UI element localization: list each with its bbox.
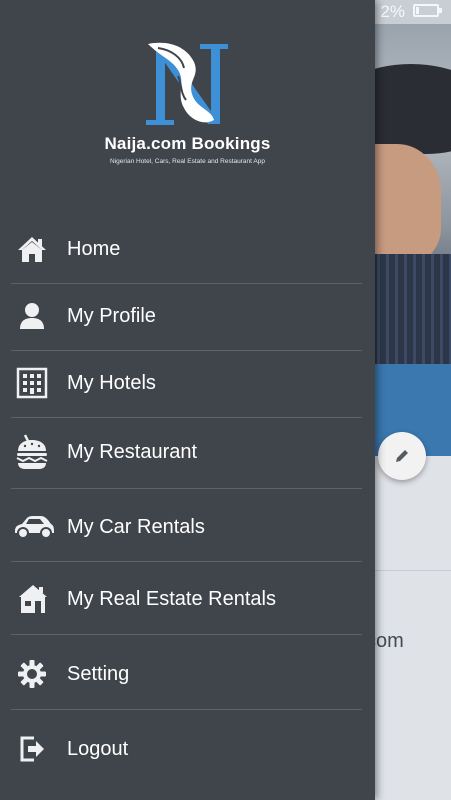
navigation-drawer: Naija.com Bookings Nigerian Hotel, Cars,… — [0, 0, 375, 800]
logout-icon — [14, 731, 50, 767]
user-icon — [14, 298, 50, 334]
edit-profile-button[interactable] — [378, 432, 426, 480]
app-title: Naija.com Bookings — [104, 134, 271, 153]
menu-divider — [11, 417, 362, 418]
menu-divider — [11, 488, 362, 489]
menu-label-my-hotels: My Hotels — [67, 371, 156, 394]
brand-header: Naija.com Bookings Nigerian Hotel, Cars,… — [0, 36, 375, 165]
menu-label-setting: Setting — [67, 662, 130, 685]
menu-divider — [11, 561, 362, 562]
hotel-building-icon — [14, 365, 50, 401]
menu-item-logout[interactable]: Logout — [0, 716, 375, 782]
menu-label-home: Home — [67, 237, 121, 260]
menu-item-my-real-estate-rentals[interactable]: My Real Estate Rentals — [0, 566, 375, 632]
menu-divider — [11, 709, 362, 710]
app-logo — [145, 42, 228, 125]
app-subtitle: Nigerian Hotel, Cars, Real Estate and Re… — [109, 158, 265, 165]
gear-icon — [14, 656, 50, 692]
menu-item-my-hotels[interactable]: My Hotels — [0, 350, 375, 416]
pencil-icon — [396, 450, 408, 462]
battery-percentage: 2% — [380, 2, 405, 21]
menu-label-my-profile: My Profile — [67, 304, 156, 327]
menu-divider — [11, 634, 362, 635]
menu-item-home[interactable]: Home — [0, 216, 375, 282]
menu-label-my-restaurant: My Restaurant — [67, 440, 198, 463]
menu-item-my-profile[interactable]: My Profile — [0, 283, 375, 349]
menu-label-my-car-rentals: My Car Rentals — [67, 515, 205, 538]
menu-item-my-car-rentals[interactable]: My Car Rentals — [0, 494, 375, 560]
battery-icon — [413, 4, 442, 17]
burger-icon — [14, 434, 50, 470]
menu-item-my-restaurant[interactable]: My Restaurant — [0, 419, 375, 485]
home-icon — [14, 231, 50, 267]
menu-label-my-real-estate-rentals: My Real Estate Rentals — [67, 587, 276, 610]
menu-label-logout: Logout — [67, 737, 129, 760]
car-icon — [12, 509, 56, 545]
menu-item-setting[interactable]: Setting — [0, 641, 375, 707]
house-icon — [13, 581, 53, 617]
